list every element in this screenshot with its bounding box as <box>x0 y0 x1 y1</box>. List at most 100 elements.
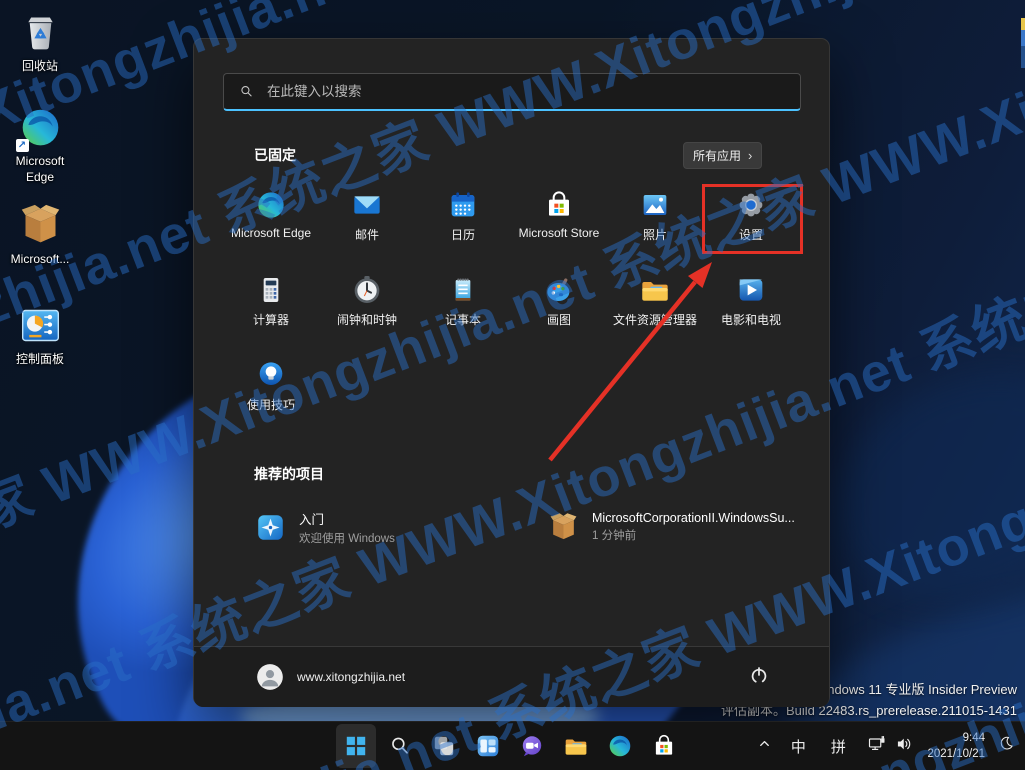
taskbar-button-group <box>336 724 684 768</box>
screen-edge-artifact <box>1021 18 1025 30</box>
network-icon <box>867 734 887 759</box>
desktop-icon-control-panel[interactable]: 控制面板 <box>2 303 78 368</box>
pinned-app-calendar[interactable]: 日历 <box>415 183 511 268</box>
recommended-item-subtitle: 欢迎使用 Windows <box>299 532 395 545</box>
recommended-item-recent-package[interactable]: MicrosoftCorporationII.WindowsSu... 1 分钟前 <box>542 501 816 553</box>
system-version-line1: Windows 11 专业版 Insider Preview <box>812 682 1017 697</box>
focus-assist-button[interactable] <box>993 730 1019 762</box>
search-box[interactable] <box>223 73 801 111</box>
pinned-app-label: 日历 <box>450 228 475 242</box>
taskbar-button-search[interactable] <box>380 724 420 768</box>
desktop-icon-label: Microsoft Edge <box>15 154 65 184</box>
power-icon <box>745 667 773 693</box>
volume-icon <box>895 734 915 759</box>
pinned-app-mail[interactable]: 邮件 <box>319 183 415 268</box>
pinned-app-label: Microsoft Store <box>518 226 600 240</box>
volume-button[interactable] <box>893 730 917 762</box>
screen-edge-artifact <box>1021 30 1025 46</box>
tips-icon <box>255 359 287 391</box>
package-icon <box>18 203 63 248</box>
desktop-icon-label: 回收站 <box>21 59 58 73</box>
all-apps-label: 所有应用 <box>693 149 742 163</box>
system-tray: 中 拼 9:44 2021/10/21 <box>751 722 1019 770</box>
power-button[interactable] <box>745 661 773 689</box>
edge-icon <box>607 733 633 759</box>
store-icon <box>651 733 677 759</box>
pinned-app-calculator[interactable]: 计算器 <box>223 268 319 353</box>
pinned-app-tips[interactable]: 使用技巧 <box>223 353 319 438</box>
store-icon <box>543 189 575 221</box>
all-apps-button[interactable]: 所有应用 › <box>683 142 763 169</box>
mail-icon <box>351 189 383 221</box>
bloom-shape <box>798 330 1025 640</box>
recommended-item-get-started[interactable]: 入门欢迎使用 Windows <box>249 501 511 553</box>
user-button[interactable]: www.xitongzhijia.net <box>250 660 411 694</box>
chevron-right-icon: › <box>748 148 753 163</box>
recommended-item-title: 入门 <box>299 512 325 527</box>
start-menu: 已固定 所有应用 › Microsoft Edge 邮件 日历 Microsoft S… <box>193 38 830 707</box>
taskbar-button-widgets[interactable] <box>468 724 508 768</box>
screen: Windows 11 专业版 Insider Preview 评估副本。Buil… <box>0 0 1025 770</box>
taskbar-button-edge[interactable] <box>600 724 640 768</box>
highlight-box <box>702 184 803 254</box>
shortcut-arrow-icon: ↗ <box>15 139 29 152</box>
chat-icon <box>519 733 545 759</box>
pinned-app-label: 邮件 <box>354 228 379 242</box>
user-avatar-icon <box>256 663 284 691</box>
screen-edge-artifact <box>1021 46 1025 68</box>
widgets-icon <box>475 733 501 759</box>
photos-icon <box>639 189 671 221</box>
movies-tv-icon <box>735 274 767 306</box>
user-name: www.xitongzhijia.net <box>297 670 406 684</box>
pinned-app-label: 记事本 <box>444 313 481 327</box>
control-panel-icon <box>18 303 63 348</box>
recommended-item-title: MicrosoftCorporationII.WindowsSu... <box>592 511 795 525</box>
taskbar-button-chat[interactable] <box>512 724 552 768</box>
pinned-app-alarms-clock[interactable]: 闹钟和时钟 <box>319 268 415 353</box>
desktop-icon-label: Microsoft... <box>10 252 70 266</box>
desktop-icon-microsoft-box[interactable]: Microsoft... <box>2 203 78 268</box>
clock-icon <box>351 274 383 306</box>
desktop-icon-label: 控制面板 <box>15 352 64 366</box>
windows-start-icon <box>343 733 369 759</box>
start-menu-footer: www.xitongzhijia.net <box>194 646 829 707</box>
recycle-bin-icon <box>18 10 63 55</box>
ime-chinese-indicator[interactable]: 中 <box>783 730 813 762</box>
taskbar-button-file-explorer[interactable] <box>556 724 596 768</box>
pinned-app-label: Microsoft Edge <box>230 226 312 240</box>
pinned-app-edge[interactable]: Microsoft Edge <box>223 183 319 268</box>
task-view-icon <box>431 733 457 759</box>
calculator-icon <box>255 274 287 306</box>
network-button[interactable] <box>865 730 889 762</box>
ime-pinyin-indicator[interactable]: 拼 <box>823 730 853 762</box>
edge-icon <box>255 189 287 221</box>
taskbar: 中 拼 9:44 2021/10/21 <box>0 721 1025 770</box>
search-icon <box>238 83 255 100</box>
recommended-section-header: 推荐的项目 <box>254 466 324 482</box>
notepad-icon <box>447 274 479 306</box>
package-icon <box>548 512 579 543</box>
get-started-icon <box>255 512 286 543</box>
calendar-icon <box>447 189 479 221</box>
pinned-app-label: 使用技巧 <box>246 398 295 412</box>
recommended-item-subtitle: 1 分钟前 <box>592 530 637 542</box>
file-explorer-icon <box>563 733 589 759</box>
clock-button[interactable]: 9:44 2021/10/21 <box>927 731 985 761</box>
desktop-icon-recycle-bin[interactable]: 回收站 <box>2 10 78 75</box>
pinned-app-label: 电影和电视 <box>720 313 781 327</box>
taskbar-button-store[interactable] <box>644 724 684 768</box>
taskbar-button-task-view[interactable] <box>424 724 464 768</box>
chevron-up-icon <box>757 736 772 756</box>
desktop-icon-edge[interactable]: ↗ Microsoft Edge <box>2 105 78 185</box>
tray-overflow-button[interactable] <box>751 730 777 762</box>
search-input[interactable] <box>265 83 800 100</box>
taskbar-button-start[interactable] <box>336 724 376 768</box>
pinned-app-label: 照片 <box>642 228 667 242</box>
annotation-arrow <box>548 262 712 462</box>
tray-time: 9:44 <box>962 732 985 745</box>
pinned-app-label: 计算器 <box>252 313 289 327</box>
tray-date: 2021/10/21 <box>927 747 985 760</box>
edge-icon: ↗ <box>15 105 63 152</box>
pinned-app-notepad[interactable]: 记事本 <box>415 268 511 353</box>
pinned-section-header: 已固定 <box>254 147 296 163</box>
